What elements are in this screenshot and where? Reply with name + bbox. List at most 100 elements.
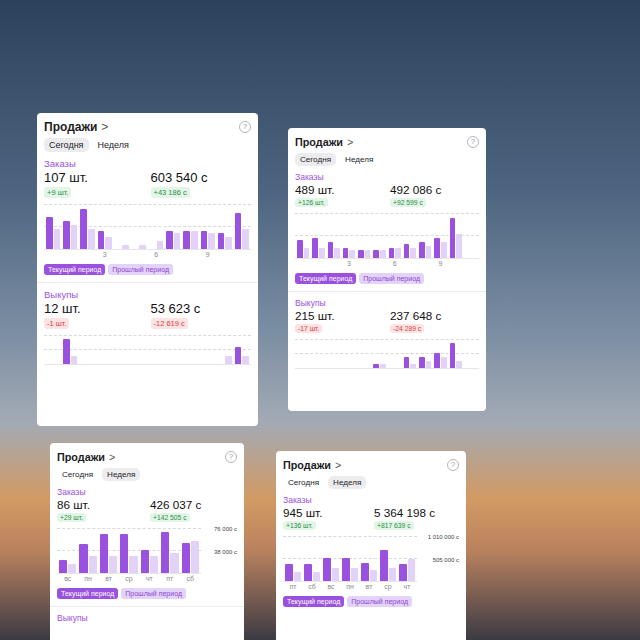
card-title[interactable]: Продажи > <box>57 451 115 463</box>
bar-group[interactable] <box>115 336 129 364</box>
bar-group[interactable] <box>63 336 77 364</box>
period-tab[interactable]: Неделя <box>328 476 366 489</box>
bar-group[interactable] <box>465 340 477 368</box>
bar-group[interactable] <box>312 340 324 368</box>
previous-bar <box>88 229 95 249</box>
card-title[interactable]: Продажи > <box>283 459 341 471</box>
bar-group[interactable] <box>218 336 232 364</box>
card-title[interactable]: Продажи > <box>44 120 108 134</box>
bar-group[interactable] <box>115 205 129 249</box>
legend-item[interactable]: Прошлый период <box>121 588 186 599</box>
bar-group[interactable] <box>450 340 462 368</box>
bar-group[interactable] <box>201 205 215 249</box>
bar-group[interactable] <box>404 214 416 258</box>
bar-group[interactable] <box>434 214 446 258</box>
legend-item[interactable]: Текущий период <box>44 264 105 275</box>
title-text: Продажи <box>283 459 331 471</box>
legend-item[interactable]: Прошлый период <box>347 596 412 607</box>
bar-group[interactable] <box>389 340 401 368</box>
bar-group[interactable] <box>450 214 462 258</box>
legend-item[interactable]: Прошлый период <box>108 264 173 275</box>
bar-group[interactable] <box>373 214 385 258</box>
period-tab[interactable]: Сегодня <box>295 153 336 166</box>
bar-group[interactable] <box>120 529 137 573</box>
bar-group[interactable] <box>358 214 370 258</box>
bar-group[interactable] <box>183 336 197 364</box>
bar-group[interactable] <box>161 529 178 573</box>
bar-group[interactable] <box>343 214 355 258</box>
bar-group[interactable] <box>182 529 199 573</box>
bar-group[interactable] <box>285 537 301 581</box>
bar-group[interactable] <box>80 336 94 364</box>
bar-group[interactable] <box>63 205 77 249</box>
help-icon[interactable]: ? <box>467 136 479 148</box>
bar-group[interactable] <box>201 336 215 364</box>
bar-group[interactable] <box>166 336 180 364</box>
bar-group[interactable] <box>342 537 358 581</box>
period-tab[interactable]: Сегодня <box>283 476 324 489</box>
card-title[interactable]: Продажи > <box>295 136 353 148</box>
previous-bar <box>441 357 447 368</box>
y-tick: 505 000 с <box>432 557 459 563</box>
legend-item[interactable]: Прошлый период <box>359 273 424 284</box>
previous-bar <box>334 248 340 258</box>
bar-group[interactable] <box>149 205 163 249</box>
period-tab[interactable]: Неделя <box>93 138 134 152</box>
previous-bar <box>408 559 416 581</box>
bar-group[interactable] <box>399 537 415 581</box>
bar-group[interactable] <box>328 214 340 258</box>
bar-group[interactable] <box>59 529 76 573</box>
bar-group[interactable] <box>323 537 339 581</box>
help-icon[interactable]: ? <box>225 451 237 463</box>
legend-item[interactable]: Текущий период <box>57 588 118 599</box>
bar-group[interactable] <box>149 336 163 364</box>
bar-group[interactable] <box>98 205 112 249</box>
bar-group[interactable] <box>141 529 158 573</box>
bar-group[interactable] <box>235 205 249 249</box>
bar-group[interactable] <box>358 340 370 368</box>
help-icon[interactable]: ? <box>239 121 251 133</box>
period-tab[interactable]: Сегодня <box>44 138 89 152</box>
bar-group[interactable] <box>98 336 112 364</box>
bar-group[interactable] <box>79 529 96 573</box>
bar-group[interactable] <box>100 529 117 573</box>
bar-group[interactable] <box>312 214 324 258</box>
bar-group[interactable] <box>419 214 431 258</box>
bar-group[interactable] <box>183 205 197 249</box>
bar-group[interactable] <box>46 336 60 364</box>
count-value: 12 шт. <box>44 301 81 316</box>
bar-group[interactable] <box>235 336 249 364</box>
period-tab[interactable]: Неделя <box>340 153 378 166</box>
bar-group[interactable] <box>389 214 401 258</box>
bar-group[interactable] <box>132 336 146 364</box>
help-icon[interactable]: ? <box>447 459 459 471</box>
previous-bar <box>426 361 432 368</box>
bar-group[interactable] <box>218 205 232 249</box>
bar-group[interactable] <box>297 214 309 258</box>
bar-group[interactable] <box>328 340 340 368</box>
bar-group[interactable] <box>434 340 446 368</box>
bar-group[interactable] <box>343 340 355 368</box>
bar-group[interactable] <box>46 205 60 249</box>
bar-group[interactable] <box>132 205 146 249</box>
x-tick: 3 <box>98 251 112 259</box>
metric: Заказы 86 шт. +29 шт. 426 037 с +142 505… <box>57 487 237 522</box>
legend-item[interactable]: Текущий период <box>295 273 356 284</box>
bar-group[interactable] <box>373 340 385 368</box>
bar-group[interactable] <box>297 340 309 368</box>
bar-group[interactable] <box>465 214 477 258</box>
previous-bar <box>294 572 302 581</box>
bar-group[interactable] <box>361 537 377 581</box>
metric-label: Заказы <box>44 158 251 169</box>
bar-group[interactable] <box>404 340 416 368</box>
bar-group[interactable] <box>80 205 94 249</box>
bar-group[interactable] <box>419 340 431 368</box>
legend-item[interactable]: Текущий период <box>283 596 344 607</box>
period-tab[interactable]: Неделя <box>102 468 140 481</box>
period-tab[interactable]: Сегодня <box>57 468 98 481</box>
bar-group[interactable] <box>380 537 396 581</box>
bar-group[interactable] <box>166 205 180 249</box>
bar-group[interactable] <box>304 537 320 581</box>
